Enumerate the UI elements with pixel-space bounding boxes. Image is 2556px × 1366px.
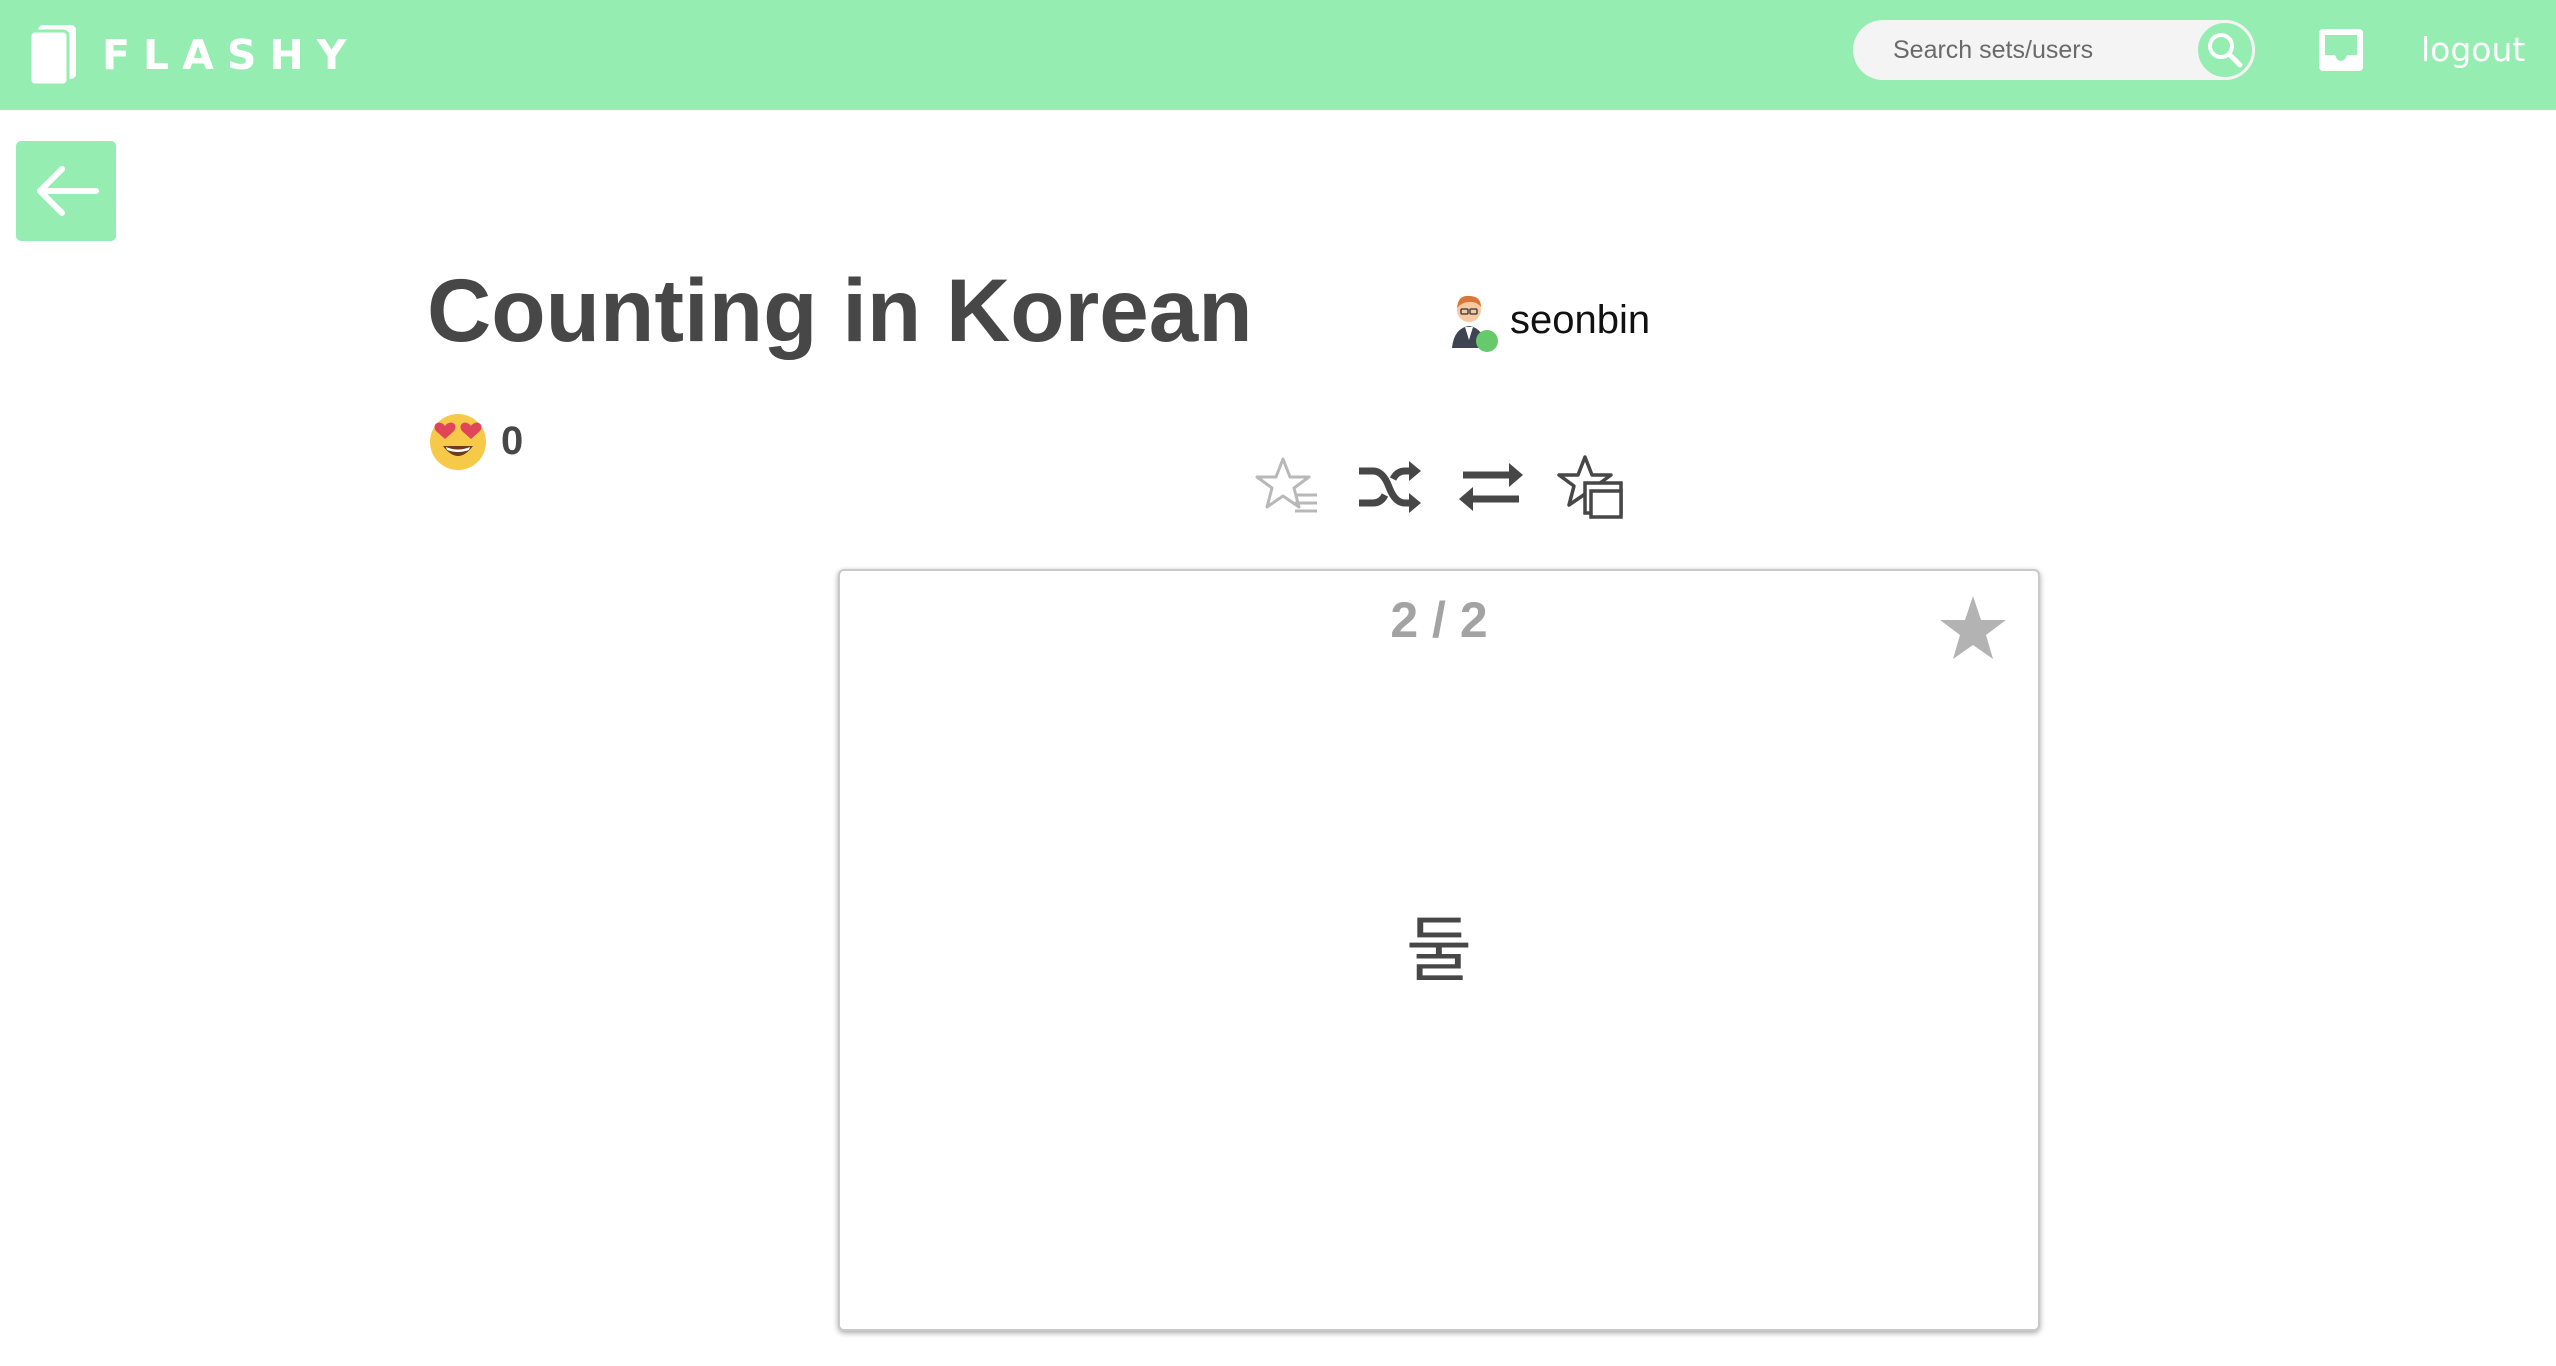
brand-name: FLASHY [102, 31, 360, 79]
back-button[interactable] [16, 141, 116, 241]
set-author[interactable]: seonbin [1448, 290, 1650, 352]
brand-home-link[interactable]: FLASHY [28, 18, 359, 92]
starred-cards-button[interactable] [1554, 450, 1628, 524]
starred-cards-icon [1557, 455, 1623, 519]
search-bar [1853, 20, 2255, 80]
search-input[interactable] [1893, 28, 2193, 72]
star-icon[interactable] [1938, 593, 2008, 663]
set-title: Counting in Korean [427, 260, 1253, 360]
starred-filter-button[interactable] [1250, 450, 1324, 524]
arrow-left-icon [37, 166, 99, 216]
author-name[interactable]: seonbin [1510, 298, 1650, 343]
starred-filter-icon [1255, 457, 1317, 513]
shuffle-icon [1359, 461, 1421, 513]
likes-counter: 0 [427, 410, 523, 472]
card-term: 둘 [1405, 908, 1473, 992]
like-count: 0 [501, 418, 524, 463]
inbox-icon[interactable] [2317, 27, 2365, 73]
top-navbar: FLASHY logout [0, 0, 2556, 110]
cards-logo-icon [28, 25, 76, 87]
search-icon [2208, 33, 2243, 68]
heart-eyes-emoji-icon[interactable] [427, 410, 489, 472]
flip-sides-button[interactable] [1454, 450, 1528, 524]
avatar [1448, 290, 1498, 352]
flip-sides-icon [1459, 463, 1523, 511]
logout-link[interactable]: logout [2421, 26, 2525, 74]
shuffle-button[interactable] [1352, 450, 1426, 524]
search-button[interactable] [2195, 20, 2255, 80]
online-status-dot [1476, 330, 1498, 352]
flashcard[interactable]: 2 / 2 둘 [838, 569, 2040, 1331]
card-counter: 2 / 2 [1390, 592, 1488, 648]
